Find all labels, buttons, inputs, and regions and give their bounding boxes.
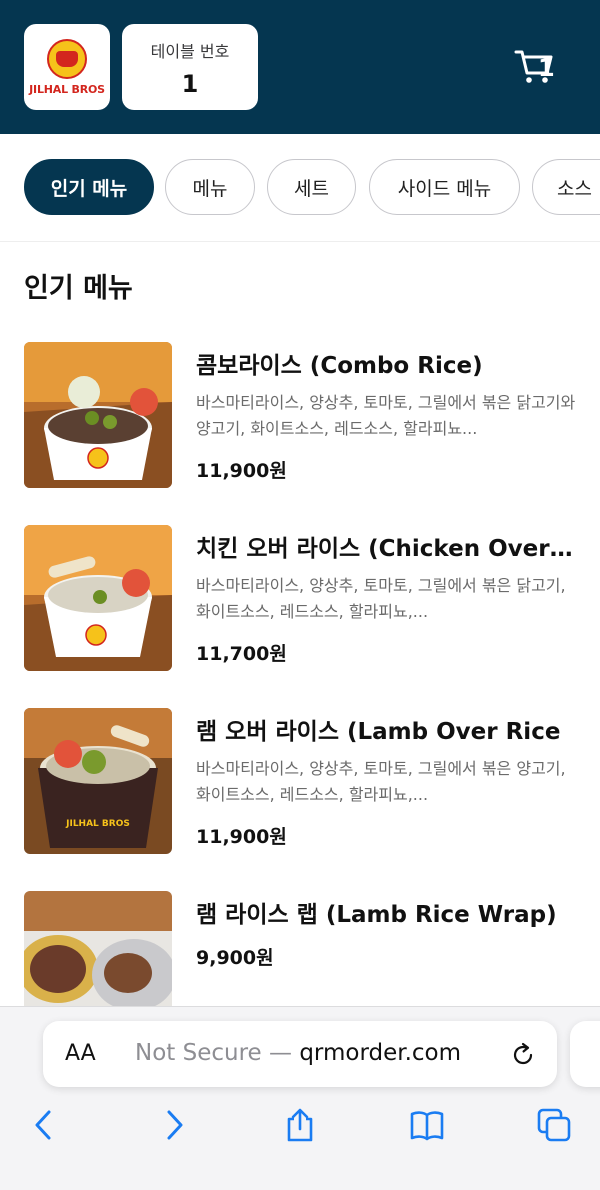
menu-item[interactable]: 치킨 오버 라이스 (Chicken Over ... 바스마티라이스, 양상추… (0, 525, 600, 671)
back-icon[interactable] (26, 1107, 62, 1143)
tabs-icon[interactable] (536, 1107, 572, 1143)
cart-count[interactable]: 1 (538, 54, 555, 82)
menu-item-name: 치킨 오버 라이스 (Chicken Over ... (196, 536, 576, 562)
reader-settings-button[interactable]: AA (65, 1041, 96, 1066)
logo-text: JILHAL BROS (29, 82, 105, 96)
menu-item[interactable]: JILHAL BROS 램 오버 라이스 (Lamb Over Rice 바스마… (0, 708, 600, 854)
table-number-value: 1 (181, 70, 199, 98)
share-icon[interactable] (282, 1107, 318, 1143)
forward-icon[interactable] (156, 1107, 192, 1143)
tab-set[interactable]: 세트 (267, 159, 356, 215)
tab-side-menu[interactable]: 사이드 메뉴 (369, 159, 520, 215)
brand-logo[interactable]: JILHAL BROS (24, 24, 110, 110)
reload-icon[interactable] (509, 1041, 537, 1069)
menu-item[interactable]: 램 라이스 랩 (Lamb Rice Wrap) 9,900원 (0, 891, 600, 1037)
menu-item-price: 11,900원 (196, 460, 287, 482)
category-tabs: 인기 메뉴 메뉴 세트 사이드 메뉴 소스 (0, 134, 600, 242)
url-text[interactable]: Not Secure — qrmorder.com (135, 1040, 461, 1066)
menu-item-name: 램 라이스 랩 (Lamb Rice Wrap) (196, 902, 557, 928)
app-header: JILHAL BROS 테이블 번호 1 1 (0, 0, 600, 134)
menu-item-description: 바스마티라이스, 양상추, 토마토, 그릴에서 볶은 닭고기와 양고기, 화이트… (196, 393, 576, 438)
address-bar[interactable]: AA Not Secure — qrmorder.com (43, 1021, 557, 1087)
menu-item-photo (24, 525, 172, 671)
tab-menu[interactable]: 메뉴 (165, 159, 255, 215)
menu-item-price: 9,900원 (196, 947, 274, 969)
menu-item-photo: JILHAL BROS (24, 708, 172, 854)
url-host: qrmorder.com (299, 1040, 462, 1066)
menu-item[interactable]: 콤보라이스 (Combo Rice) 바스마티라이스, 양상추, 토마토, 그릴… (0, 342, 600, 488)
logo-emblem-icon (47, 38, 87, 79)
tab-sauce[interactable]: 소스 (532, 159, 600, 215)
url-security-label: Not Secure — (135, 1040, 300, 1066)
table-number-card: 테이블 번호 1 (122, 24, 258, 110)
menu-item-name: 램 오버 라이스 (Lamb Over Rice (196, 719, 561, 745)
section-title: 인기 메뉴 (24, 273, 133, 304)
menu-item-description: 바스마티라이스, 양상추, 토마토, 그릴에서 볶은 닭고기, 화이트소스, 레… (196, 576, 566, 621)
tab-popular[interactable]: 인기 메뉴 (24, 159, 154, 215)
browser-toolbar: AA Not Secure — qrmorder.com (0, 1006, 600, 1190)
svg-text:JILHAL BROS: JILHAL BROS (65, 819, 130, 829)
next-tab-preview[interactable] (570, 1021, 600, 1087)
bookmarks-icon[interactable] (409, 1107, 445, 1143)
menu-item-price: 11,900원 (196, 826, 287, 848)
table-number-label: 테이블 번호 (150, 42, 230, 61)
menu-item-description: 바스마티라이스, 양상추, 토마토, 그릴에서 볶은 양고기, 화이트소스, 레… (196, 759, 566, 804)
menu-item-name: 콤보라이스 (Combo Rice) (196, 353, 483, 379)
menu-item-photo (24, 342, 172, 488)
menu-item-price: 11,700원 (196, 643, 287, 665)
